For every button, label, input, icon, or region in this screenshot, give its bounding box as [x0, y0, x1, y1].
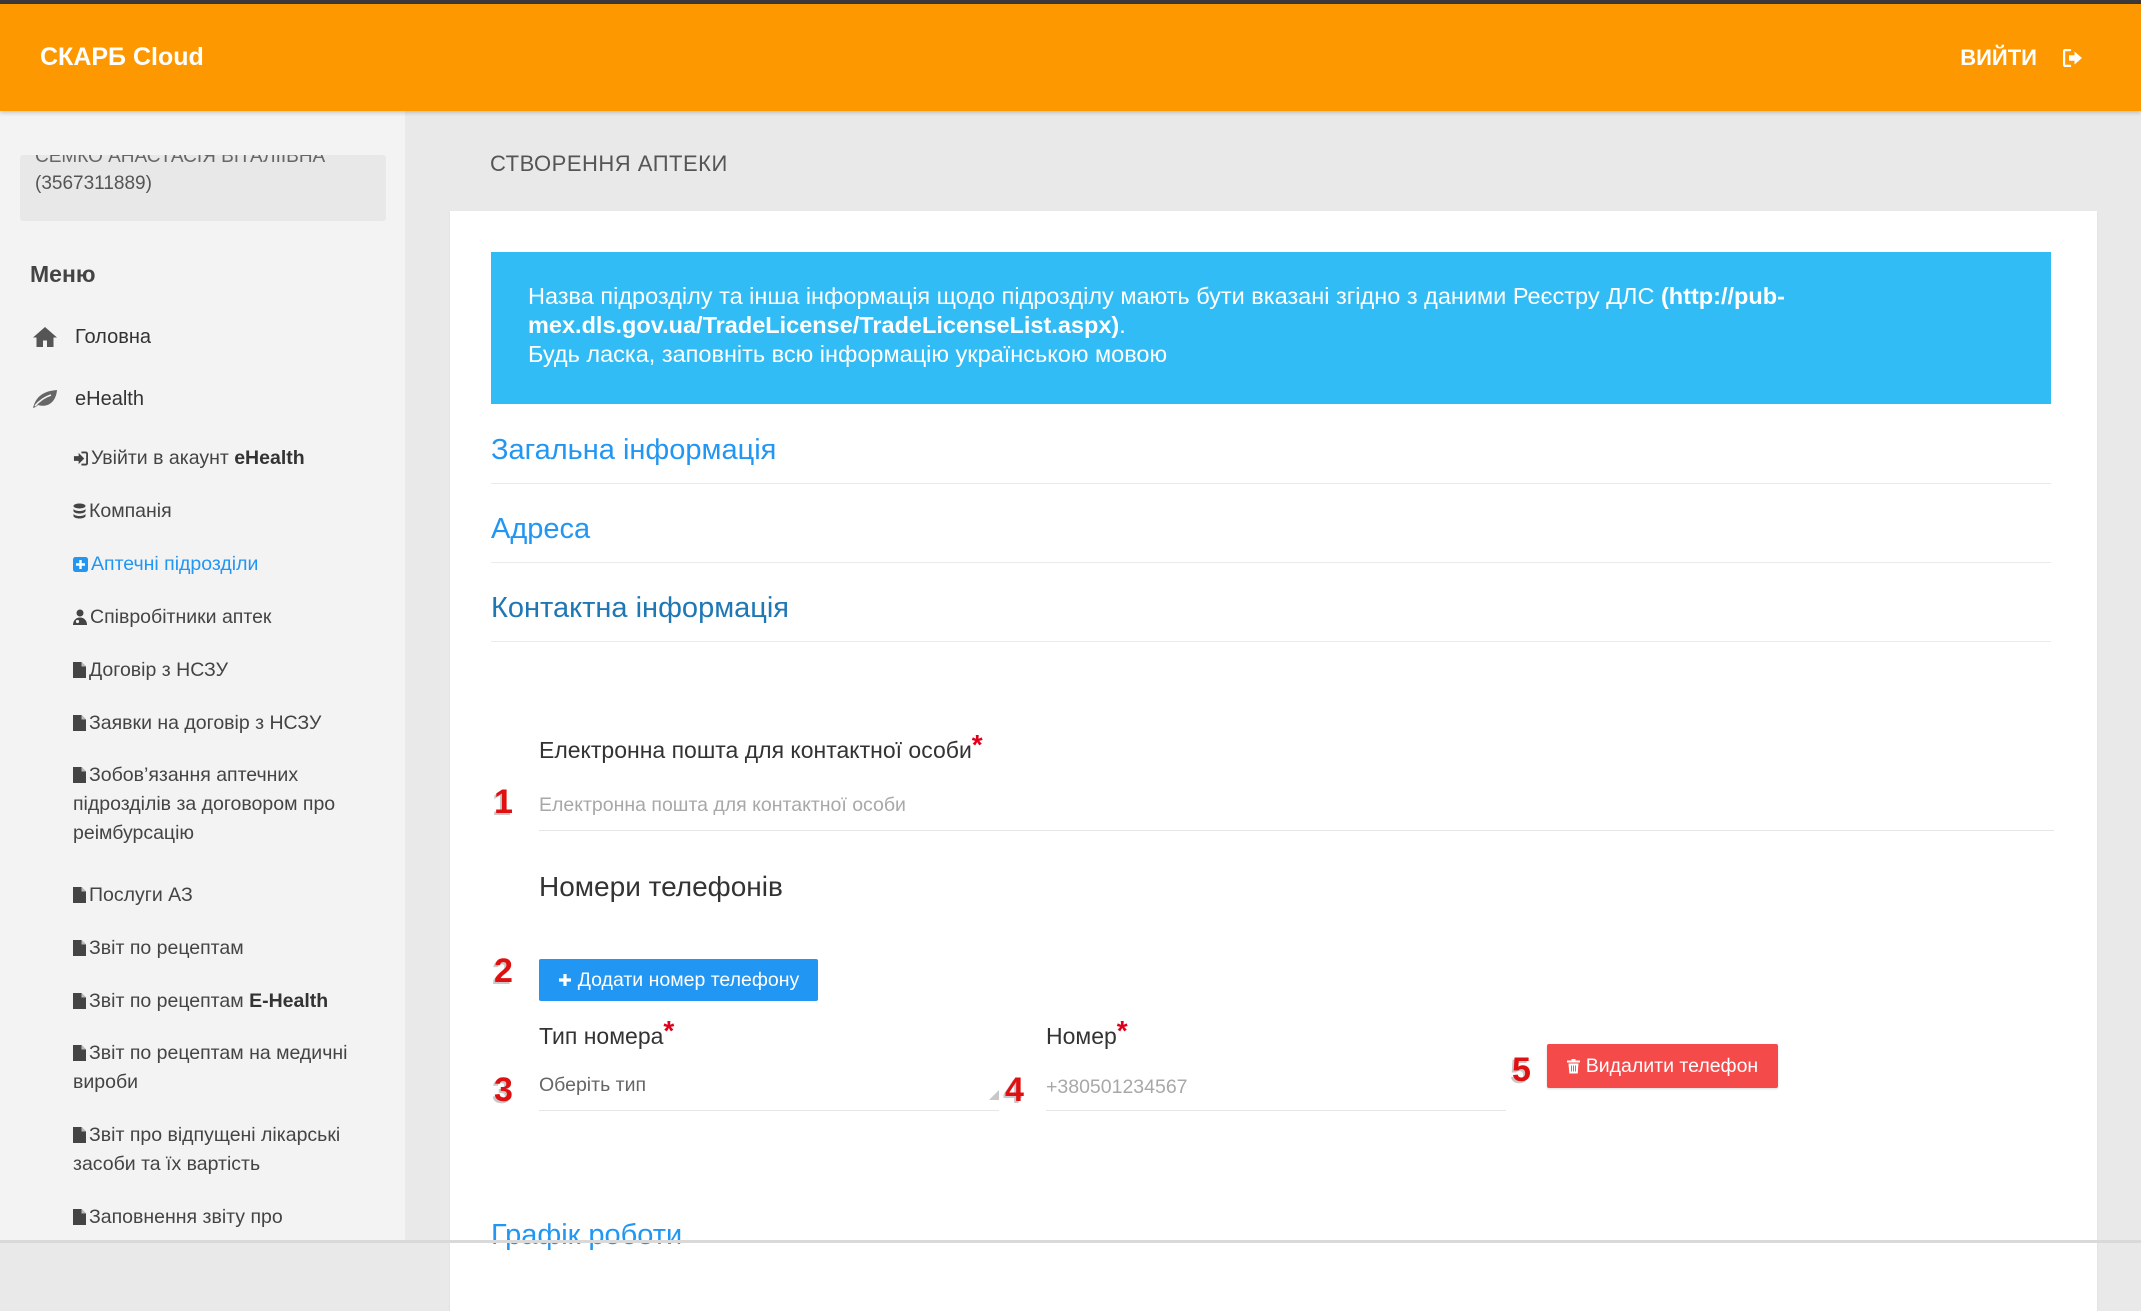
sidebar-subitem-medical-devices-report[interactable]: Звіт по рецептам на медичні вироби [73, 1039, 373, 1097]
sidebar-subitem-bold: E-Health [249, 990, 329, 1012]
phone-number-input[interactable] [1046, 1064, 1506, 1111]
sidebar-subitem-label: Звіт по рецептам [89, 937, 244, 959]
sidebar-subitem-label: Звіт по рецептам [89, 990, 250, 1012]
sidebar-subitem-dispensed-drugs-report[interactable]: Звіт про відпущені лікарські засоби та ї… [73, 1121, 373, 1179]
logout-button[interactable]: ВИЙТИ [1960, 4, 2083, 111]
phone-type-select[interactable]: Оберіть тип [539, 1064, 999, 1111]
section-general-info[interactable]: Загальна інформація [491, 404, 2051, 484]
form-card: Назва підрозділу та інша інформація щодо… [450, 211, 2097, 1311]
main-content: СТВОРЕННЯ АПТЕКИ Назва підрозділу та інш… [405, 111, 2141, 1311]
user-info-box: СЕМКО АНАСТАСІЯ ВІТАЛІЇВНА (3567311889) [20, 155, 386, 221]
required-mark: * [1116, 1015, 1128, 1046]
file-icon [73, 767, 86, 783]
sidebar-subitem-label: Аптечні підрозділи [91, 553, 259, 575]
alert-line1-end: . [1119, 312, 1126, 338]
alert-line1: Назва підрозділу та інша інформація щодо… [528, 283, 1655, 309]
sidebar-subitem-report-filling[interactable]: Заповнення звіту про [73, 1203, 373, 1232]
sidebar-subitem-ehealth-login[interactable]: Увійти в акаунт eHealth [73, 444, 373, 473]
sidebar: СЕМКО АНАСТАСІЯ ВІТАЛІЇВНА (3567311889) … [0, 111, 405, 1243]
add-phone-button[interactable]: Додати номер телефону [539, 959, 818, 1001]
file-icon [73, 940, 86, 956]
delete-phone-button[interactable]: Видалити телефон [1547, 1044, 1778, 1088]
step-marker-1: 1 [494, 783, 513, 821]
phones-title: Номери телефонів [539, 871, 783, 902]
info-alert-text: Назва підрозділу та інша інформація щодо… [528, 282, 1928, 369]
info-alert: Назва підрозділу та інша інформація щодо… [491, 252, 2051, 404]
leaf-icon [30, 387, 60, 411]
alert-line2: Будь ласка, заповніть всю інформацію укр… [528, 341, 1168, 367]
step-marker-5: 5 [1512, 1051, 1531, 1089]
sidebar-subitem-pharmacy-units[interactable]: Аптечні підрозділи [73, 550, 373, 579]
plus-square-icon [73, 557, 88, 572]
required-mark: * [663, 1015, 675, 1046]
sidebar-subitem-nszu-contract[interactable]: Договір з НСЗУ [73, 656, 373, 685]
phone-number-label: Номер* [1046, 1015, 1128, 1051]
sidebar-subitem-label: Компанія [89, 500, 172, 522]
sidebar-subitem-prescription-report[interactable]: Звіт по рецептам [73, 934, 373, 963]
sidebar-subitem-reimbursement-obligations[interactable]: Зобов’язання аптечних підрозділів за дог… [73, 761, 373, 848]
sidebar-subitem-nszu-applications[interactable]: Заявки на договір з НСЗУ [73, 709, 373, 738]
sidebar-subitem-label: Заповнення звіту про [89, 1206, 283, 1228]
sidebar-subitem-company[interactable]: Компанія [73, 497, 373, 526]
delete-phone-label: Видалити телефон [1585, 1054, 1759, 1077]
step-marker-2: 2 [494, 952, 513, 990]
email-input[interactable] [539, 780, 2054, 831]
phone-type-selected: Оберіть тип [539, 1074, 647, 1096]
sidebar-item-label: eHealth [75, 387, 144, 410]
add-phone-label: Додати номер телефону [577, 968, 800, 991]
section-contact-info[interactable]: Контактна інформація [491, 562, 2051, 642]
database-icon [73, 503, 86, 519]
sign-out-icon [2063, 48, 2082, 67]
sidebar-subitem-label: Звіт про відпущені лікарські засоби та ї… [73, 1124, 341, 1175]
sidebar-subitem-pharmacy-staff[interactable]: Співробітники аптек [73, 603, 373, 632]
brand-logo[interactable]: СКАРБ Cloud [40, 4, 204, 111]
phone-number-label-text: Номер [1046, 1023, 1117, 1049]
file-icon [73, 1045, 86, 1061]
sidebar-subitem-label: Заявки на договір з НСЗУ [89, 712, 322, 734]
user-name: СЕМКО АНАСТАСІЯ ВІТАЛІЇВНА [35, 155, 326, 167]
email-label-text: Електронна пошта для контактної особи [539, 737, 972, 763]
file-icon [73, 1127, 86, 1143]
section-label: Контактна інформація [491, 592, 790, 624]
sidebar-subitem-bold: eHealth [234, 447, 305, 469]
page-title: СТВОРЕННЯ АПТЕКИ [490, 151, 728, 176]
user-md-icon [73, 609, 87, 625]
sidebar-subitem-az-services[interactable]: Послуги АЗ [73, 881, 373, 910]
sidebar-subitem-label: Договір з НСЗУ [89, 659, 229, 681]
sign-in-icon [73, 451, 88, 466]
required-mark: * [971, 729, 983, 760]
trash-icon [1566, 1058, 1580, 1073]
sidebar-subitem-label: Увійти в акаунт [91, 447, 235, 469]
select-caret-icon [989, 1090, 999, 1100]
sidebar-subitem-label: Звіт по рецептам на медичні вироби [73, 1042, 348, 1093]
step-marker-3: 3 [494, 1071, 513, 1109]
sidebar-subitem-label: Зобов’язання аптечних підрозділів за дог… [73, 764, 336, 844]
section-working-hours[interactable]: Графік роботи [491, 1219, 682, 1252]
top-bar: СКАРБ Cloud ВИЙТИ [0, 4, 2141, 111]
home-icon [30, 325, 60, 349]
file-icon [73, 715, 86, 731]
user-id: (3567311889) [35, 173, 152, 194]
logout-label: ВИЙТИ [1960, 44, 2037, 70]
file-icon [73, 887, 86, 903]
phone-type-label: Тип номера* [539, 1015, 674, 1051]
menu-title: Меню [30, 261, 96, 287]
section-label: Загальна інформація [491, 434, 777, 466]
file-icon [73, 1209, 86, 1225]
file-icon [73, 993, 86, 1009]
sidebar-subitem-label: Послуги АЗ [89, 884, 193, 906]
email-label: Електронна пошта для контактної особи* [539, 729, 983, 765]
sidebar-item-ehealth[interactable]: eHealth [30, 384, 144, 414]
step-marker-4: 4 [1005, 1071, 1024, 1109]
section-label: Адреса [491, 513, 591, 545]
sidebar-item-label: Головна [75, 325, 151, 348]
section-address[interactable]: Адреса [491, 483, 2051, 563]
file-icon [73, 662, 86, 678]
sidebar-item-home[interactable]: Головна [30, 322, 151, 352]
plus-icon [558, 974, 571, 986]
sidebar-subitem-prescription-report-ehealth[interactable]: Звіт по рецептам E-Health [73, 987, 373, 1016]
sidebar-subitem-label: Співробітники аптек [90, 606, 272, 628]
phone-type-label-text: Тип номера [539, 1023, 664, 1049]
